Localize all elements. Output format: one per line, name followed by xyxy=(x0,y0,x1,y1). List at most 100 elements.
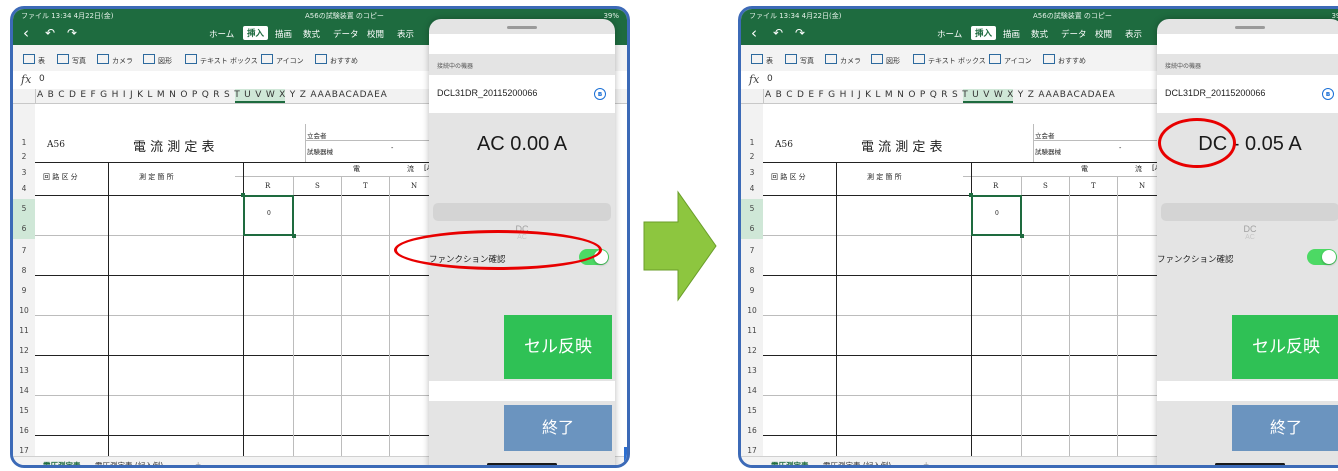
window-title: A56の試験装置 のコピー xyxy=(305,12,384,20)
add-sheet-button[interactable]: + xyxy=(195,460,201,465)
tab-review[interactable]: 校閲 xyxy=(367,28,384,40)
row-number: 6 xyxy=(749,224,755,233)
table-border xyxy=(35,395,435,396)
insert-camera-button[interactable]: カメラ xyxy=(97,54,133,66)
tab-view[interactable]: 表示 xyxy=(1125,28,1142,40)
back-icon[interactable]: ‹ xyxy=(751,24,757,42)
table-border xyxy=(1033,140,1163,141)
undo-icon[interactable]: ↶ xyxy=(45,24,55,42)
insert-photo-button[interactable]: 写真 xyxy=(57,54,86,66)
cell-value: 0 xyxy=(995,210,999,217)
tab-insert[interactable]: 挿入 xyxy=(971,26,997,40)
sheet-tab-voltage[interactable]: 電圧測定表 xyxy=(771,460,809,465)
fx-icon: fx xyxy=(21,73,32,86)
tab-insert[interactable]: 挿入 xyxy=(243,26,269,40)
recommended-button[interactable]: おすすめ xyxy=(1043,54,1086,66)
tab-review[interactable]: 校閲 xyxy=(1095,28,1112,40)
select-all-corner[interactable] xyxy=(741,89,764,103)
current-header2: 流 xyxy=(1135,165,1142,173)
sheet-tab-voltage-example[interactable]: 電圧測定表 (記入例) xyxy=(823,460,891,465)
cell-reflect-button[interactable]: セル反映 xyxy=(1232,315,1338,379)
row-number: 5 xyxy=(749,204,755,213)
mode-option-dc[interactable]: DC xyxy=(1157,224,1338,234)
phase-n-header: N xyxy=(1139,182,1146,190)
current-header2: 流 xyxy=(407,165,414,173)
function-confirm-label: ファンクション確認 xyxy=(1157,255,1234,265)
sheet-code: A56 xyxy=(775,140,793,150)
worksheet-grid[interactable]: A56 電 流 測 定 表 立会者 試験器械 - 回 路 区 分 測 定 箇 所… xyxy=(35,104,435,456)
home-indicator xyxy=(1215,463,1285,465)
cell-value: 0 xyxy=(267,210,271,217)
table-border xyxy=(1117,176,1118,456)
tab-view[interactable]: 表示 xyxy=(397,28,414,40)
arrow-right-icon xyxy=(643,190,717,302)
sheet-tab-voltage[interactable]: 電圧測定表 xyxy=(43,460,81,465)
toggle-knob xyxy=(1322,250,1336,264)
insert-photo-button[interactable]: 写真 xyxy=(785,54,814,66)
selection-handle[interactable] xyxy=(241,193,245,197)
phase-s-header: S xyxy=(1043,182,1048,190)
tab-draw[interactable]: 描画 xyxy=(1003,28,1020,40)
undo-icon[interactable]: ↶ xyxy=(773,24,783,42)
back-icon[interactable]: ‹ xyxy=(23,24,29,42)
tab-formulas[interactable]: 数式 xyxy=(1031,28,1048,40)
device-row[interactable]: DCL31DR_20115200066 ʙ xyxy=(1157,75,1338,113)
row-number: 7 xyxy=(749,246,755,255)
photo-icon xyxy=(57,54,69,64)
tab-draw[interactable]: 描画 xyxy=(275,28,292,40)
redo-icon[interactable]: ↷ xyxy=(795,24,805,42)
insert-icon-button[interactable]: アイコン xyxy=(261,54,304,66)
end-button[interactable]: 終了 xyxy=(1232,405,1338,451)
table-border xyxy=(763,162,1163,163)
selection-handle[interactable] xyxy=(969,193,973,197)
table-border xyxy=(35,235,435,236)
row-number: 13 xyxy=(747,366,757,375)
redo-icon[interactable]: ↷ xyxy=(67,24,77,42)
row-number: 12 xyxy=(747,346,757,355)
cell-reflect-button[interactable]: セル反映 xyxy=(504,315,612,379)
table-icon xyxy=(23,54,35,64)
row-number: 9 xyxy=(749,286,755,295)
row-number: 2 xyxy=(749,152,755,161)
formula-value: 0 xyxy=(767,74,773,84)
insert-camera-button[interactable]: カメラ xyxy=(825,54,861,66)
function-confirm-toggle[interactable] xyxy=(1307,249,1337,265)
tab-home[interactable]: ホーム xyxy=(937,28,962,40)
select-all-corner[interactable] xyxy=(13,89,36,103)
icons-icon xyxy=(989,54,1001,64)
row-number: 12 xyxy=(19,346,29,355)
scrollbar[interactable] xyxy=(624,447,627,465)
mode-picker-bar[interactable] xyxy=(1161,203,1338,221)
tab-home[interactable]: ホーム xyxy=(209,28,234,40)
insert-table-button[interactable]: 表 xyxy=(751,54,773,66)
sheet-grabber[interactable] xyxy=(507,26,537,29)
phase-n-header: N xyxy=(411,182,418,190)
insert-textbox-button[interactable]: テキスト ボックス xyxy=(185,54,258,66)
selection-handle[interactable] xyxy=(292,234,296,238)
recommended-button[interactable]: おすすめ xyxy=(315,54,358,66)
insert-textbox-button[interactable]: テキスト ボックス xyxy=(913,54,986,66)
mode-option-ac[interactable]: AC xyxy=(1157,234,1338,241)
sheet-tab-voltage-example[interactable]: 電圧測定表 (記入例) xyxy=(95,460,163,465)
insert-shape-button[interactable]: 図形 xyxy=(871,54,900,66)
tab-data[interactable]: データ xyxy=(1061,28,1087,40)
insert-icon-button[interactable]: アイコン xyxy=(989,54,1032,66)
table-border xyxy=(763,275,1163,276)
insert-shape-button[interactable]: 図形 xyxy=(143,54,172,66)
add-sheet-button[interactable]: + xyxy=(923,460,929,465)
insert-table-button[interactable]: 表 xyxy=(23,54,45,66)
column-letters: A B C D E F G H I J K L M N O P Q R S T … xyxy=(37,90,388,100)
selection-handle[interactable] xyxy=(1020,234,1024,238)
worksheet-grid[interactable]: A56 電 流 測 定 表 立会者 試験器械 - 回 路 区 分 測 定 箇 所… xyxy=(763,104,1163,456)
table-border xyxy=(305,140,435,141)
row-number: 8 xyxy=(749,266,755,275)
connecting-device-label: 接続中の機器 xyxy=(1165,63,1202,70)
tab-data[interactable]: データ xyxy=(333,28,359,40)
table-border xyxy=(1033,124,1034,162)
mode-picker-bar[interactable] xyxy=(433,203,611,221)
table-border xyxy=(963,176,1163,177)
end-button[interactable]: 終了 xyxy=(504,405,612,451)
device-row[interactable]: DCL31DR_20115200066 ʙ xyxy=(429,75,615,113)
tab-formulas[interactable]: 数式 xyxy=(303,28,320,40)
sheet-grabber[interactable] xyxy=(1235,26,1265,29)
